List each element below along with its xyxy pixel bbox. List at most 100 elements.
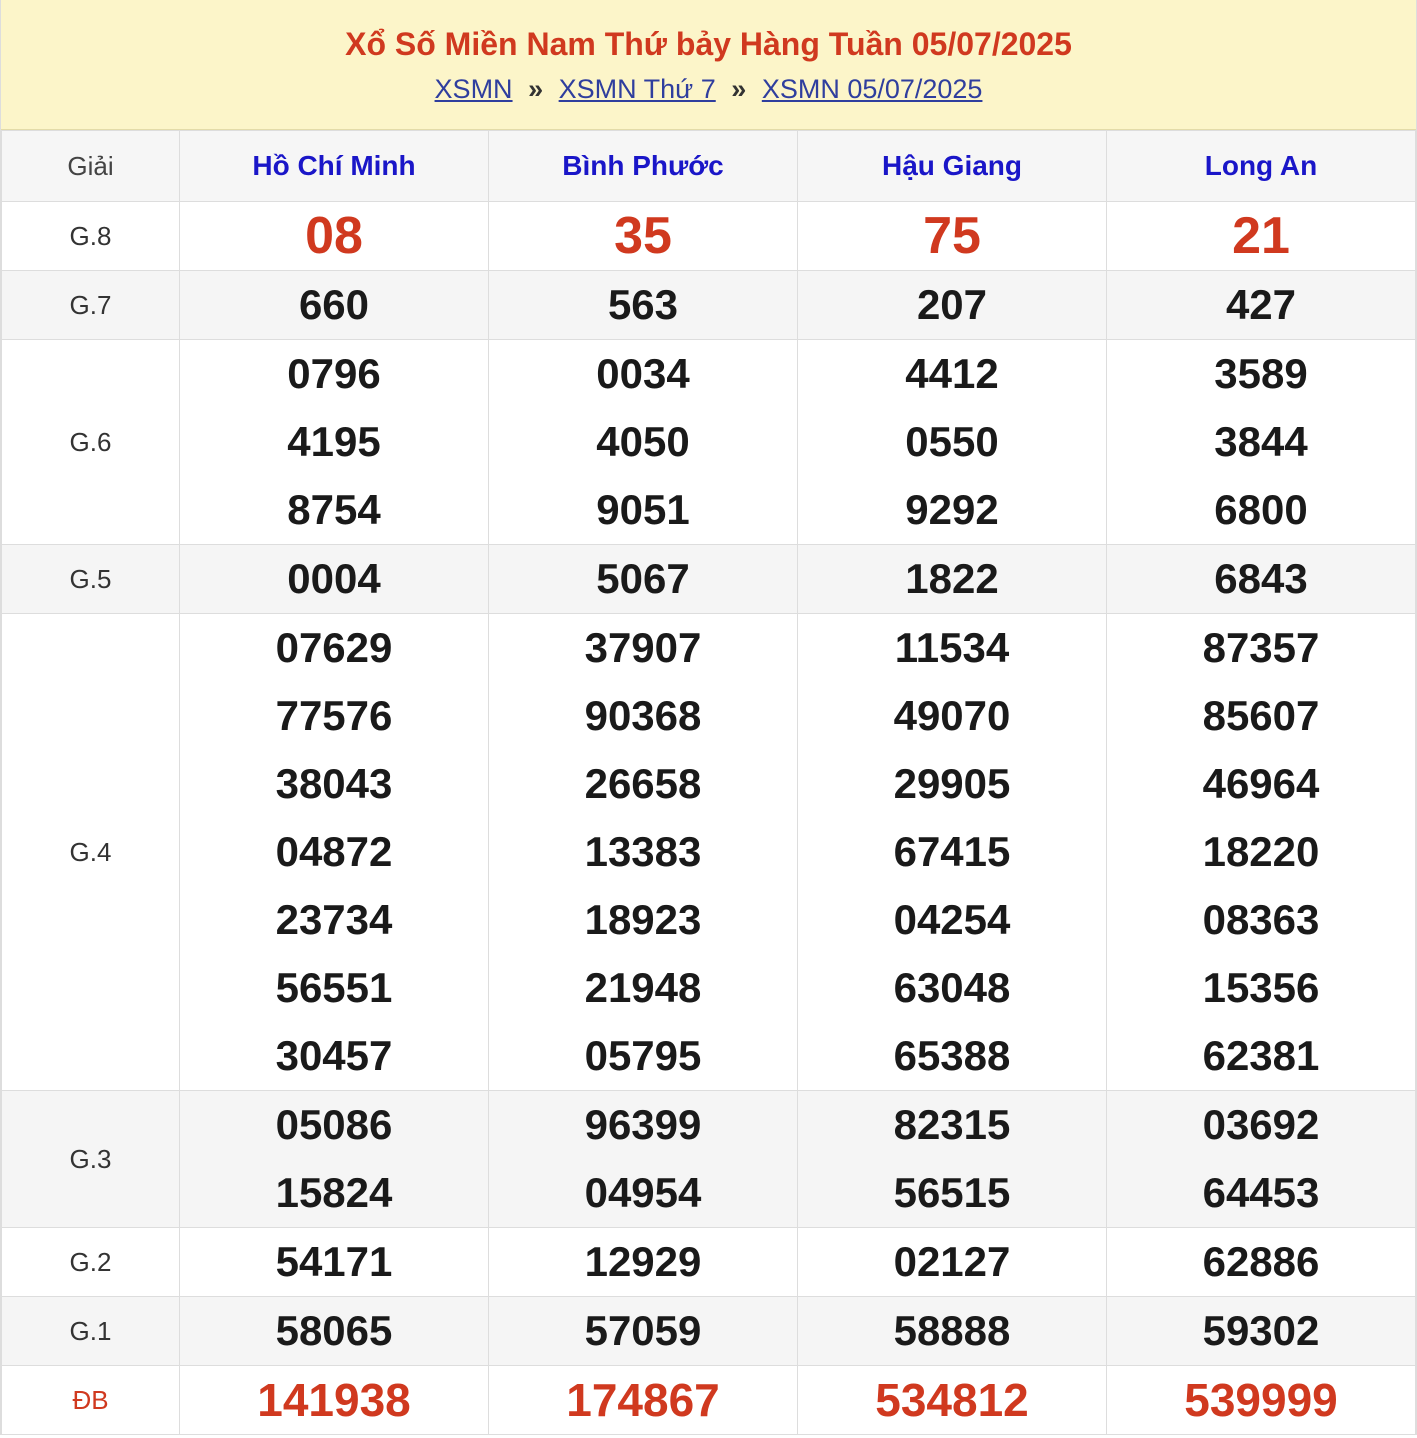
prize-label: ĐB [1, 1365, 180, 1435]
prize-label: G.3 [1, 1090, 180, 1228]
prize-number: 07629 [275, 624, 393, 671]
table-row: G.6 0796 4195 8754 0034 4050 9051 4412 0550 9292 3… [1, 339, 1416, 545]
prize-number: 37907 [584, 624, 702, 671]
prize-number: 23734 [275, 896, 393, 943]
special-prize-number: 534812 [875, 1374, 1029, 1426]
prize-number: 04954 [584, 1169, 702, 1216]
prize-number: 1822 [905, 555, 999, 602]
result-cell: 02127 [797, 1227, 1107, 1297]
prize-label: G.7 [1, 270, 180, 340]
result-cell: 174867 [488, 1365, 798, 1435]
prize-number: 87357 [1202, 624, 1320, 671]
breadcrumb-link-xsmn-date[interactable]: XSMN 05/07/2025 [762, 74, 983, 104]
result-cell: 141938 [179, 1365, 489, 1435]
result-cell: 12929 [488, 1227, 798, 1297]
prize-number: 660 [298, 281, 370, 328]
prize-number: 96399 [584, 1101, 702, 1148]
prize-number: 64453 [1202, 1169, 1320, 1216]
prize-number: 62886 [1202, 1238, 1320, 1285]
table-row: ĐB 141938 174867 534812 539999 [1, 1365, 1416, 1435]
prize-number: 05795 [584, 1032, 702, 1079]
prize-number: 13383 [584, 828, 702, 875]
prize-number: 6800 [1214, 486, 1308, 533]
result-cell: 0034 4050 9051 [488, 339, 798, 545]
prize-label: G.1 [1, 1296, 180, 1366]
prize-number: 57059 [584, 1307, 702, 1354]
prize-number: 38043 [275, 760, 393, 807]
result-cell: 4412 0550 9292 [797, 339, 1107, 545]
special-prize-number: 539999 [1184, 1374, 1338, 1426]
prize-number: 3589 [1214, 350, 1308, 397]
result-cell: 37907 90368 26658 13383 18923 21948 05795 [488, 613, 798, 1091]
column-header-province: Bình Phước [488, 130, 798, 202]
result-cell: 54171 [179, 1227, 489, 1297]
prize-number: 18923 [584, 896, 702, 943]
prize-label: G.4 [1, 613, 180, 1091]
result-cell: 87357 85607 46964 18220 08363 15356 62381 [1106, 613, 1416, 1091]
result-cell: 534812 [797, 1365, 1107, 1435]
prize-number: 67415 [893, 828, 1011, 875]
prize-number: 21948 [584, 964, 702, 1011]
prize-label: G.5 [1, 544, 180, 614]
prize-number: 15356 [1202, 964, 1320, 1011]
result-cell: 08 [179, 201, 489, 271]
breadcrumb-separator: » [731, 74, 747, 104]
prize-number: 85607 [1202, 692, 1320, 739]
column-header-province: Hậu Giang [797, 130, 1107, 202]
table-row: G.1 58065 57059 58888 59302 [1, 1296, 1416, 1366]
page-title: Xổ Số Miền Nam Thứ bảy Hàng Tuần 05/07/2… [345, 26, 1072, 62]
results-panel: Xổ Số Miền Nam Thứ bảy Hàng Tuần 05/07/2… [0, 0, 1417, 1435]
prize-number: 56551 [275, 964, 393, 1011]
table-row: G.5 0004 5067 1822 6843 [1, 544, 1416, 614]
prize-number: 54171 [275, 1238, 393, 1285]
result-cell: 57059 [488, 1296, 798, 1366]
prize-number: 427 [1225, 281, 1297, 328]
table-row: G.8 08 35 75 21 [1, 201, 1416, 271]
prize-number: 46964 [1202, 760, 1320, 807]
column-header-province: Hồ Chí Minh [179, 130, 489, 202]
table-row: G.4 07629 77576 38043 04872 23734 56551 30457 37… [1, 613, 1416, 1091]
breadcrumb-link-xsmn-thu-7[interactable]: XSMN Thứ 7 [559, 74, 716, 104]
prize-label: G.2 [1, 1227, 180, 1297]
prize-number: 3844 [1214, 418, 1308, 465]
result-cell: 6843 [1106, 544, 1416, 614]
result-cell: 62886 [1106, 1227, 1416, 1297]
table-row: G.3 05086 15824 96399 04954 82315 56515 03692 64… [1, 1090, 1416, 1228]
prize-number: 49070 [893, 692, 1011, 739]
result-cell: 58065 [179, 1296, 489, 1366]
result-cell: 21 [1106, 201, 1416, 271]
result-cell: 660 [179, 270, 489, 340]
breadcrumb: XSMN » XSMN Thứ 7 » XSMN 05/07/2025 [1, 72, 1416, 106]
prize-number: 35 [614, 207, 672, 265]
prize-number: 65388 [893, 1032, 1011, 1079]
prize-number: 05086 [275, 1101, 393, 1148]
result-cell: 0796 4195 8754 [179, 339, 489, 545]
prize-number: 30457 [275, 1032, 393, 1079]
prize-number: 0550 [905, 418, 999, 465]
prize-number: 5067 [596, 555, 690, 602]
result-cell: 03692 64453 [1106, 1090, 1416, 1228]
prize-number: 9292 [905, 486, 999, 533]
prize-number: 63048 [893, 964, 1011, 1011]
prize-number: 77576 [275, 692, 393, 739]
result-cell: 207 [797, 270, 1107, 340]
prize-number: 82315 [893, 1101, 1011, 1148]
special-prize-number: 141938 [257, 1374, 411, 1426]
prize-number: 0004 [287, 555, 381, 602]
result-cell: 5067 [488, 544, 798, 614]
prize-number: 207 [916, 281, 988, 328]
result-cell: 35 [488, 201, 798, 271]
prize-label: G.8 [1, 201, 180, 271]
result-cell: 58888 [797, 1296, 1107, 1366]
prize-number: 0034 [596, 350, 690, 397]
prize-number: 90368 [584, 692, 702, 739]
prize-number: 12929 [584, 1238, 702, 1285]
results-header: Xổ Số Miền Nam Thứ bảy Hàng Tuần 05/07/2… [1, 0, 1416, 130]
prize-number: 18220 [1202, 828, 1320, 875]
breadcrumb-link-xsmn[interactable]: XSMN [435, 74, 513, 104]
prize-number: 26658 [584, 760, 702, 807]
prize-number: 75 [923, 207, 981, 265]
result-cell: 0004 [179, 544, 489, 614]
table-header-row: Giải Hồ Chí Minh Bình Phước Hậu Giang Lo… [1, 130, 1416, 202]
result-cell: 96399 04954 [488, 1090, 798, 1228]
